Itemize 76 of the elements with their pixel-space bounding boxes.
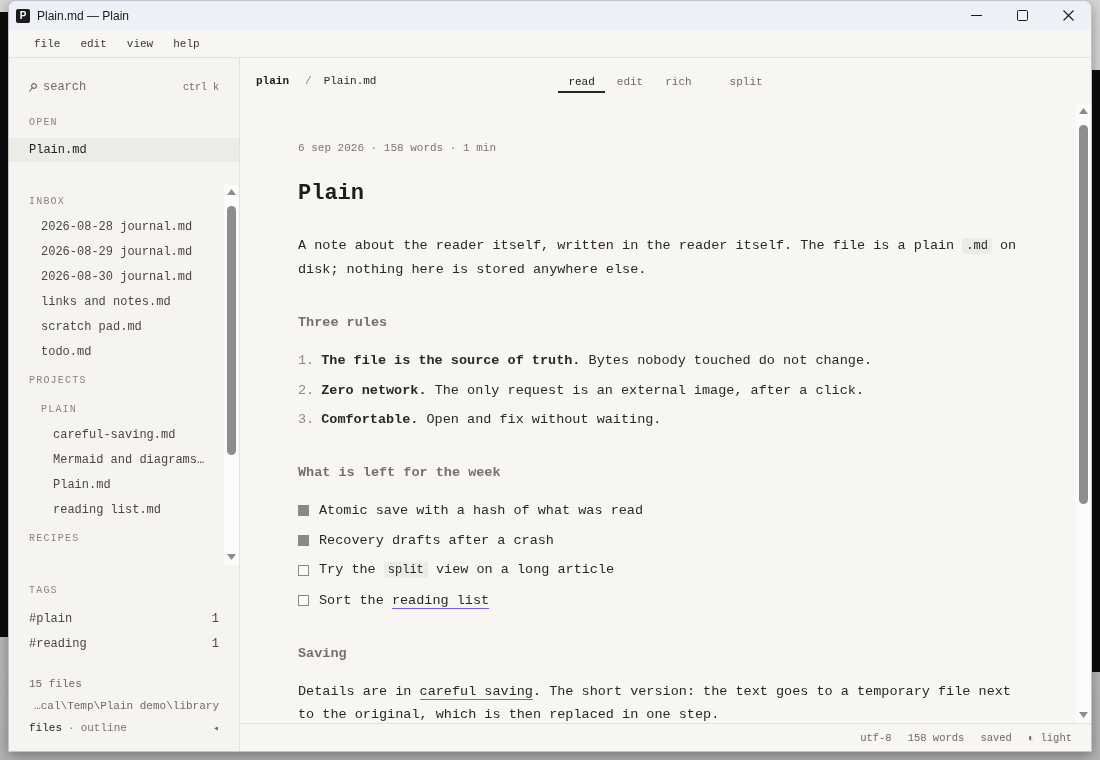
view-tab[interactable]: split (719, 69, 773, 93)
list-item-text: The file is the source of truth. Bytes nobody touched do not change. (321, 352, 873, 370)
tag-count: 1 (211, 612, 219, 626)
tree-entry[interactable]: careful-saving.md (9, 422, 224, 447)
tag-name[interactable]: #plain (29, 612, 73, 626)
checkbox[interactable] (298, 505, 309, 516)
menu-item[interactable]: file (26, 35, 69, 52)
tree-entry[interactable]: scratch pad.md (9, 314, 224, 339)
view-separator: · (68, 722, 75, 734)
list-number: 3. (298, 411, 315, 429)
link[interactable]: reading list (391, 592, 490, 609)
search-icon (29, 82, 37, 92)
tree-entry[interactable]: 2026-08-29 journal.md (9, 239, 224, 264)
section-heading: Saving (298, 644, 348, 663)
close-icon (1062, 10, 1074, 21)
tag-count: 1 (211, 637, 219, 651)
window-title: Plain.md — Plain (37, 8, 131, 23)
tree-entry[interactable]: Mermaid and diagrams… (9, 447, 224, 472)
library-path: …cal\Temp\Plain demo\library (33, 699, 219, 714)
shortcut-hint: ctrl k (183, 81, 219, 93)
task-text: Sort the reading list (319, 591, 490, 611)
scrollbar-thumb[interactable] (1079, 125, 1088, 504)
breadcrumb-link[interactable]: plain (256, 75, 289, 87)
caret-up-icon[interactable] (227, 189, 236, 195)
paragraph: A note about the reader itself, written in the reader itself. The file is a plain .md on disk; nothing here is stored anywhere else. (298, 237, 1018, 279)
tree-entry[interactable]: links and notes.md (9, 289, 224, 314)
caret-up-icon[interactable] (1079, 108, 1088, 114)
view-tab[interactable]: read (558, 69, 605, 93)
minimize-icon (970, 15, 982, 16)
menu-item[interactable]: help (165, 35, 208, 52)
status-text: 158 words (907, 731, 965, 744)
checkbox[interactable] (298, 594, 309, 606)
breadcrumb-separator: / (305, 75, 312, 87)
open-file-item[interactable]: Plain.md (9, 138, 239, 162)
search-field[interactable]: search (43, 80, 177, 94)
task-text: Atomic save with a hash of what was read (319, 502, 644, 520)
section-label: OPEN (28, 116, 59, 130)
tree-entry[interactable]: reading list.md (9, 497, 224, 522)
checkbox[interactable] (298, 534, 309, 546)
document-meta: 6 sep 2026 · 158 words · 1 min (298, 141, 498, 156)
scrollbar-thumb[interactable] (227, 206, 236, 455)
file-count: 15 files (29, 677, 83, 692)
maximize-icon (1016, 10, 1028, 21)
tag-name[interactable]: #reading (29, 637, 87, 651)
sidebar-view-tab[interactable]: files (29, 722, 62, 734)
link[interactable]: careful saving (419, 683, 533, 700)
tree-entry[interactable]: Plain.md (9, 472, 224, 497)
section-heading: What is left for the week (298, 464, 502, 482)
task-text: Recovery drafts after a crash (319, 531, 554, 550)
list-item-text: Comfortable. Open and fix without waiting. (321, 411, 662, 429)
menu-item[interactable]: edit (72, 35, 115, 52)
checkbox[interactable] (298, 564, 309, 576)
menu-item[interactable]: view (118, 35, 162, 52)
task-text: Try the split view on a long article (319, 561, 615, 580)
collapse-button[interactable]: ◂ (212, 722, 219, 734)
tree-entry[interactable]: 2026-08-28 journal.md (9, 214, 224, 239)
section-label: TAGS (28, 584, 59, 598)
caret-down-icon[interactable] (1079, 712, 1088, 718)
sidebar-view-tab[interactable]: outline (80, 722, 127, 734)
view-tab[interactable]: edit (606, 69, 654, 93)
list-number: 2. (298, 381, 315, 400)
paragraph: Details are in careful saving. The short version: the text goes to a temporary file next to the original, which is then replaced in one step. (298, 682, 1012, 723)
tree-entry[interactable]: 2026-08-30 journal.md (9, 264, 224, 289)
caret-down-icon[interactable] (227, 554, 236, 560)
list-item-text: Zero network. The only request is an external image, after a click. (321, 381, 864, 400)
status-text: utf-8 (860, 731, 892, 744)
document-title: Plain (298, 180, 365, 208)
breadcrumb-current: Plain.md (323, 75, 377, 87)
section-heading: Three rules (298, 314, 389, 332)
tree-entry[interactable]: todo.md (9, 339, 224, 364)
app-logo: P (16, 8, 30, 23)
theme-toggle[interactable]: ◐ light (1027, 731, 1072, 744)
status-text: saved (980, 731, 1012, 744)
folder-label[interactable]: INBOX (9, 188, 224, 214)
view-tab[interactable]: rich (655, 69, 702, 93)
list-number: 1. (298, 352, 315, 370)
